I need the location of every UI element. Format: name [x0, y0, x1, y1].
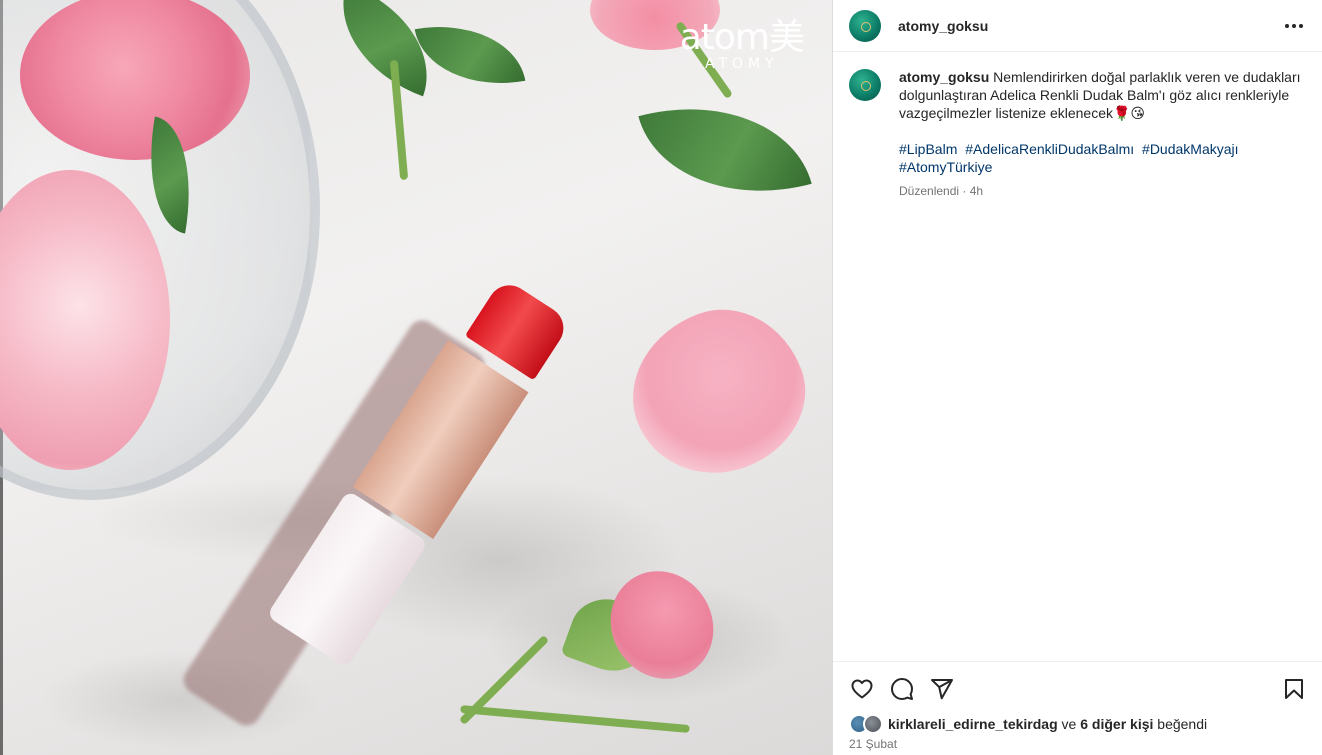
hashtag-link[interactable]: #DudakMakyajı [1142, 141, 1239, 157]
rose-bud [591, 552, 733, 698]
header-username[interactable]: atomy_goksu [898, 18, 988, 34]
likes-connector: ve [1057, 716, 1081, 732]
liker-avatars[interactable] [849, 714, 885, 734]
rose-leaf [638, 77, 812, 223]
post-header: atomy_goksu [833, 0, 1322, 52]
atomy-logo-mark: atom美 [679, 17, 805, 58]
atomy-logo: atom美 ATOMY [679, 17, 805, 73]
likes-suffix: beğendi [1153, 716, 1208, 732]
likes-summary: kirklareli_edirne_tekirdag ve 6 diğer ki… [849, 714, 1307, 734]
hashtag-link[interactable]: #AdelicaRenkliDudakBalmı [965, 141, 1134, 157]
share-icon[interactable] [929, 676, 955, 702]
hashtags: #LipBalm #AdelicaRenkliDudakBalmı #Dudak… [899, 140, 1306, 176]
caption: atomy_goksu Nemlendirirken doğal parlakl… [833, 52, 1322, 200]
post-details-panel: atomy_goksu atomy_goksu Nemlendirirken d… [832, 0, 1322, 755]
post-image[interactable]: atom美 ATOMY [0, 0, 832, 755]
more-options-icon[interactable] [1282, 14, 1306, 38]
avatar[interactable] [849, 9, 881, 42]
hashtag-link[interactable]: #LipBalm [899, 141, 957, 157]
post-actions: kirklareli_edirne_tekirdag ve 6 diğer ki… [833, 661, 1322, 751]
bookmark-icon[interactable] [1281, 676, 1307, 702]
likes-others-link[interactable]: 6 diğer kişi [1080, 716, 1153, 732]
rose-petal [609, 287, 827, 497]
avatar[interactable] [849, 69, 881, 101]
caption-username[interactable]: atomy_goksu [899, 69, 989, 85]
atomy-logo-sub: ATOMY [705, 56, 779, 72]
post-date[interactable]: 21 Şubat [849, 737, 1307, 751]
lip-balm-product [178, 275, 578, 731]
hashtag-link[interactable]: #AtomyTürkiye [899, 159, 992, 175]
rose-leaf [414, 11, 526, 99]
caption-body: atomy_goksu Nemlendirirken doğal parlakl… [899, 68, 1306, 200]
liker-username[interactable]: kirklareli_edirne_tekirdag [888, 716, 1058, 732]
rose-stem [460, 704, 690, 734]
avatar [863, 714, 883, 734]
caption-text-block: atomy_goksu Nemlendirirken doğal parlakl… [899, 68, 1306, 122]
heart-icon[interactable] [849, 676, 875, 702]
action-bar [849, 674, 1307, 704]
comment-icon[interactable] [889, 676, 915, 702]
caption-meta: Düzenlendi · 4h [899, 184, 984, 198]
